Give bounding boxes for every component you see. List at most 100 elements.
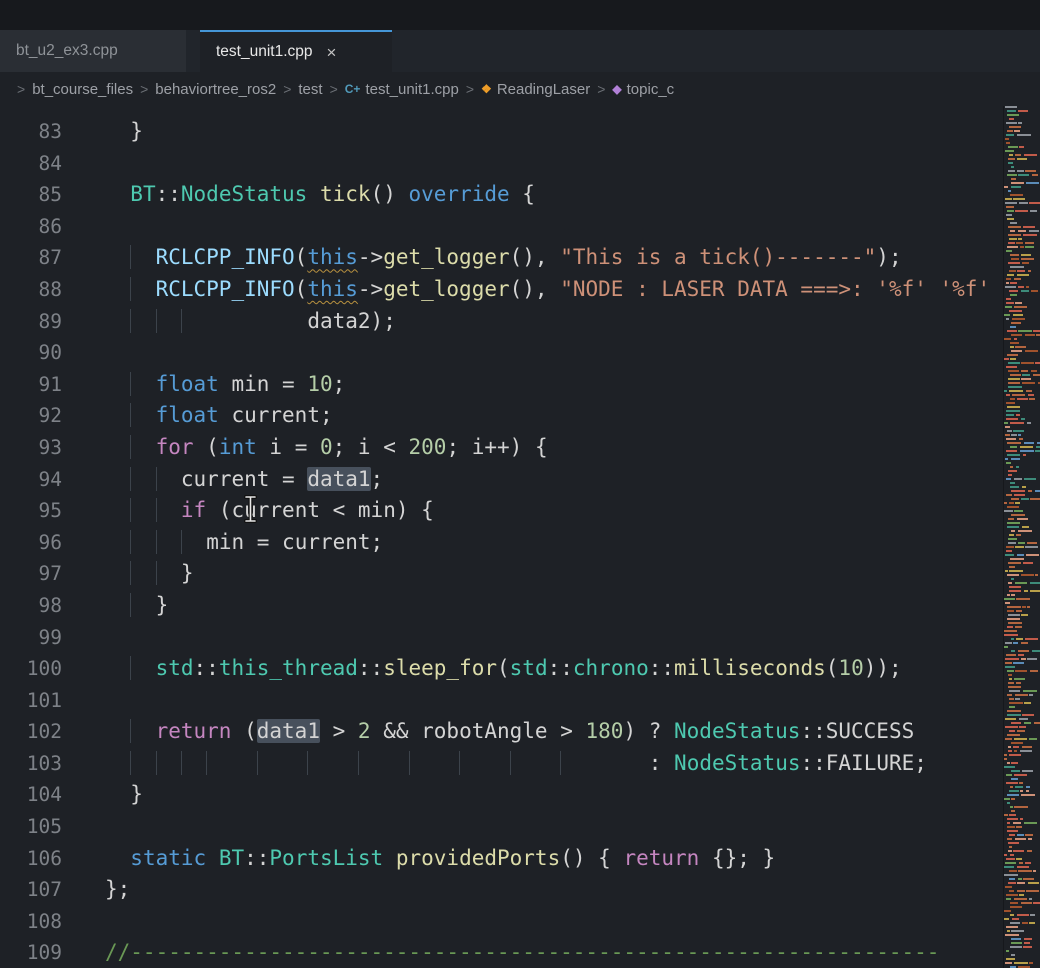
minimap-row — [1004, 458, 1040, 460]
line-number[interactable]: 86 — [0, 211, 62, 243]
tab-test-unit1[interactable]: test_unit1.cpp × — [200, 30, 392, 72]
minimap-row — [1004, 878, 1040, 880]
minimap-row — [1004, 394, 1040, 396]
breadcrumb-item-test_unit1.cpp[interactable]: C+test_unit1.cpp — [345, 81, 459, 98]
code-text — [62, 337, 105, 369]
code-line[interactable]: 96 min = current; — [0, 527, 1040, 559]
breadcrumb-item-topic_c[interactable]: ◆topic_c — [612, 81, 674, 98]
code-line[interactable]: 109//-----------------------------------… — [0, 937, 1040, 968]
line-number[interactable]: 92 — [0, 400, 62, 432]
minimap-row — [1004, 818, 1040, 820]
minimap-row — [1004, 934, 1040, 936]
code-text: } — [62, 116, 143, 148]
line-number[interactable]: 83 — [0, 116, 62, 148]
minimap-row — [1004, 282, 1040, 284]
code-line[interactable]: 100 std::this_thread::sleep_for(std::chr… — [0, 653, 1040, 685]
code-line[interactable]: 95 if (current < min) { — [0, 495, 1040, 527]
editor[interactable]: 83 }8485 BT::NodeStatus tick() override … — [0, 106, 1040, 968]
line-number[interactable]: 89 — [0, 306, 62, 338]
line-number[interactable]: 108 — [0, 906, 62, 938]
line-number[interactable]: 103 — [0, 748, 62, 780]
code-line[interactable]: 89 data2); — [0, 306, 1040, 338]
minimap-row — [1004, 606, 1040, 608]
code-line[interactable]: 83 } — [0, 116, 1040, 148]
code-line[interactable]: 85 BT::NodeStatus tick() override { — [0, 179, 1040, 211]
tab-bt-u2-ex3[interactable]: bt_u2_ex3.cpp — [0, 30, 186, 72]
minimap-row — [1004, 374, 1040, 376]
breadcrumb: >bt_course_files>behaviortree_ros2>test>… — [0, 72, 1040, 106]
line-number[interactable]: 84 — [0, 148, 62, 180]
code-line[interactable]: 92 float current; — [0, 400, 1040, 432]
code-line[interactable]: 88 RCLCPP_INFO(this->get_logger(), "NODE… — [0, 274, 1040, 306]
code-line[interactable]: 101 — [0, 685, 1040, 717]
tab-label: test_unit1.cpp — [216, 43, 313, 61]
code-line[interactable]: 107}; — [0, 874, 1040, 906]
code-line[interactable]: 91 float min = 10; — [0, 369, 1040, 401]
line-number[interactable]: 109 — [0, 937, 62, 968]
breadcrumb-item-behaviortree_ros2[interactable]: behaviortree_ros2 — [155, 81, 276, 98]
breadcrumb-item-ReadingLaser[interactable]: ❖ReadingLaser — [481, 81, 590, 98]
line-number[interactable]: 101 — [0, 685, 62, 717]
code-line[interactable]: 93 for (int i = 0; i < 200; i++) { — [0, 432, 1040, 464]
line-number[interactable]: 91 — [0, 369, 62, 401]
code-line[interactable]: 94 current = data1; — [0, 464, 1040, 496]
minimap-row — [1004, 566, 1040, 568]
line-number[interactable]: 100 — [0, 653, 62, 685]
code-line[interactable]: 105 — [0, 811, 1040, 843]
code-text: std::this_thread::sleep_for(std::chrono:… — [62, 653, 902, 685]
line-number[interactable]: 105 — [0, 811, 62, 843]
code-line[interactable]: 90 — [0, 337, 1040, 369]
code-line[interactable]: 86 — [0, 211, 1040, 243]
code-line[interactable]: 87 RCLCPP_INFO(this->get_logger(), "This… — [0, 242, 1040, 274]
minimap-row — [1004, 302, 1040, 304]
minimap-row — [1004, 510, 1040, 512]
line-number[interactable]: 96 — [0, 527, 62, 559]
cpp-file-icon: C+ — [345, 82, 361, 96]
minimap-row — [1004, 962, 1040, 964]
line-number[interactable]: 95 — [0, 495, 62, 527]
line-number[interactable]: 102 — [0, 716, 62, 748]
code-line[interactable]: 102 return (data1 > 2 && robotAngle > 18… — [0, 716, 1040, 748]
code-line[interactable]: 84 — [0, 148, 1040, 180]
tab-close-icon[interactable]: × — [327, 44, 337, 61]
line-number[interactable]: 90 — [0, 337, 62, 369]
code-line[interactable]: 97 } — [0, 558, 1040, 590]
minimap-row — [1004, 814, 1040, 816]
minimap-row — [1004, 134, 1040, 136]
minimap[interactable] — [1003, 106, 1040, 968]
code-line[interactable]: 99 — [0, 622, 1040, 654]
line-number[interactable]: 87 — [0, 242, 62, 274]
breadcrumb-item-test[interactable]: test — [298, 81, 322, 98]
line-number[interactable]: 88 — [0, 274, 62, 306]
line-number[interactable]: 85 — [0, 179, 62, 211]
minimap-row — [1004, 414, 1040, 416]
minimap-row — [1004, 338, 1040, 340]
line-number[interactable]: 93 — [0, 432, 62, 464]
line-number[interactable]: 98 — [0, 590, 62, 622]
line-number[interactable]: 104 — [0, 779, 62, 811]
minimap-row — [1004, 830, 1040, 832]
code-line[interactable]: 106 static BT::PortsList providedPorts()… — [0, 843, 1040, 875]
minimap-row — [1004, 310, 1040, 312]
minimap-row — [1004, 726, 1040, 728]
line-number[interactable]: 107 — [0, 874, 62, 906]
minimap-row — [1004, 738, 1040, 740]
minimap-row — [1004, 398, 1040, 400]
breadcrumb-item-bt_course_files[interactable]: bt_course_files — [32, 81, 133, 98]
minimap-row — [1004, 466, 1040, 468]
minimap-row — [1004, 582, 1040, 584]
code-line[interactable]: 104 } — [0, 779, 1040, 811]
line-number[interactable]: 97 — [0, 558, 62, 590]
code-line[interactable]: 108 — [0, 906, 1040, 938]
minimap-row — [1004, 322, 1040, 324]
code-line[interactable]: 103 : NodeStatus::FAILURE; — [0, 748, 1040, 780]
line-number[interactable]: 94 — [0, 464, 62, 496]
chevron-right-icon: > — [330, 81, 338, 97]
line-number[interactable]: 99 — [0, 622, 62, 654]
chevron-right-icon: > — [140, 81, 148, 97]
code-line[interactable]: 98 } — [0, 590, 1040, 622]
line-number[interactable]: 106 — [0, 843, 62, 875]
minimap-row — [1004, 130, 1040, 132]
minimap-row — [1004, 378, 1040, 380]
code-text: } — [62, 558, 194, 590]
